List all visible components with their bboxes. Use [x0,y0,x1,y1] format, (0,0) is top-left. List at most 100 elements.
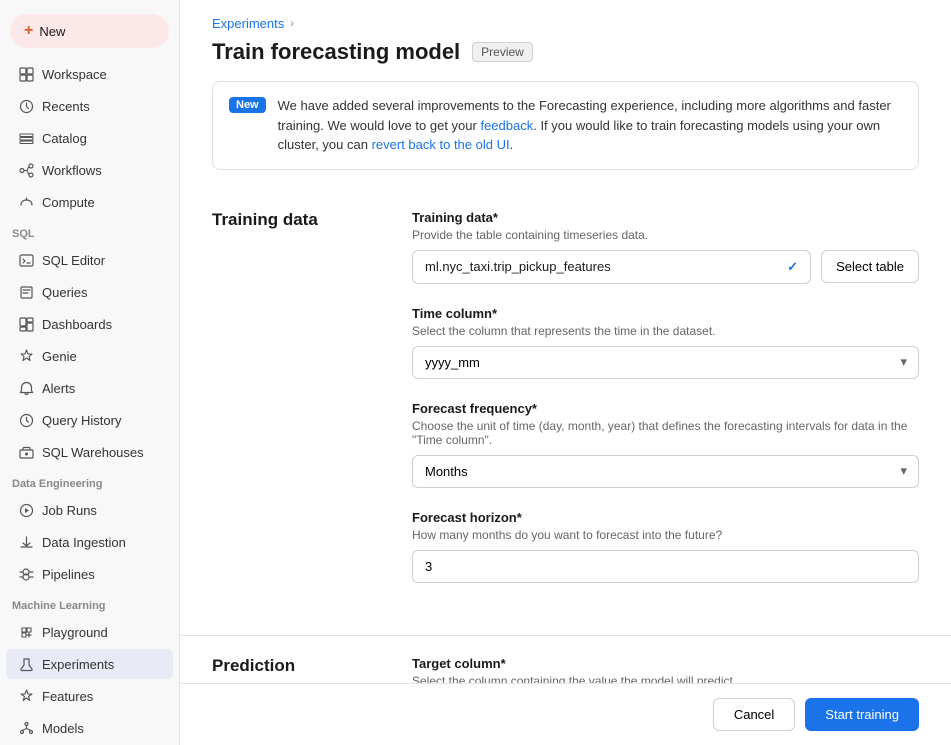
sidebar-item-pipelines[interactable]: Pipelines [6,559,173,589]
revert-link[interactable]: revert back to the old UI [372,137,510,152]
workspace-icon [18,66,34,82]
recents-icon [18,98,34,114]
sidebar-item-job-runs[interactable]: Job Runs [6,495,173,525]
sidebar-dashboards-label: Dashboards [42,317,112,332]
sidebar-genie-label: Genie [42,349,77,364]
sidebar-item-playground[interactable]: Playground [6,617,173,647]
forecast-freq-select[interactable]: Days Months Years [412,455,919,488]
forecast-horizon-desc: How many months do you want to forecast … [412,528,919,542]
training-data-desc: Provide the table containing timeseries … [412,228,919,242]
queries-icon [18,284,34,300]
sidebar-item-workflows[interactable]: Workflows [6,155,173,185]
forecast-freq-desc: Choose the unit of time (day, month, yea… [412,419,919,447]
sql-warehouses-icon [18,444,34,460]
banner-text: We have added several improvements to th… [278,96,902,155]
sidebar-queries-label: Queries [42,285,88,300]
sql-section-label: SQL [0,218,179,244]
sidebar-item-compute[interactable]: Compute [6,187,173,217]
data-eng-section-label: Data Engineering [0,468,179,494]
footer: Cancel Start training [180,683,951,745]
sidebar-item-sql-editor[interactable]: SQL Editor [6,245,173,275]
sidebar-item-recents[interactable]: Recents [6,91,173,121]
training-data-section-title: Training data [212,190,372,605]
cancel-button[interactable]: Cancel [713,698,795,731]
sidebar-item-genie[interactable]: Genie [6,341,173,371]
sidebar-catalog-label: Catalog [42,131,87,146]
pipelines-icon [18,566,34,582]
genie-icon [18,348,34,364]
sidebar-item-dashboards[interactable]: Dashboards [6,309,173,339]
time-column-label: Time column* [412,306,919,321]
sidebar-item-data-ingestion[interactable]: Data Ingestion [6,527,173,557]
start-training-button[interactable]: Start training [805,698,919,731]
sidebar-item-workspace[interactable]: Workspace [6,59,173,89]
info-banner: New We have added several improvements t… [212,81,919,170]
time-column-select-wrapper: yyyy_mm [412,346,919,379]
compute-icon [18,194,34,210]
workflows-icon [18,162,34,178]
new-button[interactable]: + New [10,14,169,48]
forecast-horizon-label: Forecast horizon* [412,510,919,525]
sql-editor-icon [18,252,34,268]
training-data-fields: Training data* Provide the table contain… [412,190,919,605]
training-data-input-row: ml.nyc_taxi.trip_pickup_features ✓ Selec… [412,250,919,284]
time-column-group: Time column* Select the column that repr… [412,306,919,379]
plus-icon: + [24,22,33,40]
sidebar-alerts-label: Alerts [42,381,75,396]
sidebar-item-models[interactable]: Models [6,713,173,743]
models-icon [18,720,34,736]
training-data-group: Training data* Provide the table contain… [412,210,919,284]
sidebar-job-runs-label: Job Runs [42,503,97,518]
sidebar-item-query-history[interactable]: Query History [6,405,173,435]
sidebar: + New Workspace Recents Catalog Workflow… [0,0,180,745]
forecast-freq-group: Forecast frequency* Choose the unit of t… [412,401,919,488]
query-history-icon [18,412,34,428]
catalog-icon [18,130,34,146]
breadcrumb-experiments-link[interactable]: Experiments [212,16,284,31]
training-data-section: Training data Training data* Provide the… [180,190,951,636]
training-data-label: Training data* [412,210,919,225]
forecast-freq-label: Forecast frequency* [412,401,919,416]
check-icon: ✓ [787,259,798,275]
sidebar-features-label: Features [42,689,93,704]
sidebar-query-history-label: Query History [42,413,121,428]
sidebar-workspace-label: Workspace [42,67,107,82]
target-column-label: Target column* [412,656,919,671]
sidebar-pipelines-label: Pipelines [42,567,95,582]
sidebar-item-sql-warehouses[interactable]: SQL Warehouses [6,437,173,467]
sidebar-experiments-label: Experiments [42,657,114,672]
breadcrumb: Experiments › [180,0,951,31]
sidebar-item-catalog[interactable]: Catalog [6,123,173,153]
sidebar-recents-label: Recents [42,99,90,114]
sidebar-item-alerts[interactable]: Alerts [6,373,173,403]
ml-section-label: Machine Learning [0,590,179,616]
forecast-freq-select-wrapper: Days Months Years [412,455,919,488]
experiments-icon [18,656,34,672]
job-runs-icon [18,502,34,518]
sidebar-item-experiments[interactable]: Experiments [6,649,173,679]
sidebar-compute-label: Compute [42,195,95,210]
playground-icon [18,624,34,640]
forecast-horizon-group: Forecast horizon* How many months do you… [412,510,919,583]
page-title: Train forecasting model [212,39,460,65]
sidebar-sql-warehouses-label: SQL Warehouses [42,445,144,460]
alerts-icon [18,380,34,396]
select-table-button[interactable]: Select table [821,250,919,283]
feedback-link[interactable]: feedback [480,118,533,133]
dashboards-icon [18,316,34,332]
time-column-desc: Select the column that represents the ti… [412,324,919,338]
data-ingestion-icon [18,534,34,550]
breadcrumb-separator: › [290,18,294,30]
info-new-badge: New [229,97,266,113]
sidebar-data-ingestion-label: Data Ingestion [42,535,126,550]
sidebar-models-label: Models [42,721,84,736]
forecast-horizon-input[interactable] [412,550,919,583]
page-title-row: Train forecasting model Preview [180,31,951,81]
sidebar-workflows-label: Workflows [42,163,102,178]
sidebar-item-queries[interactable]: Queries [6,277,173,307]
sidebar-sql-editor-label: SQL Editor [42,253,105,268]
sidebar-item-features[interactable]: Features [6,681,173,711]
time-column-select[interactable]: yyyy_mm [412,346,919,379]
features-icon [18,688,34,704]
main-content-area: Experiments › Train forecasting model Pr… [180,0,951,745]
